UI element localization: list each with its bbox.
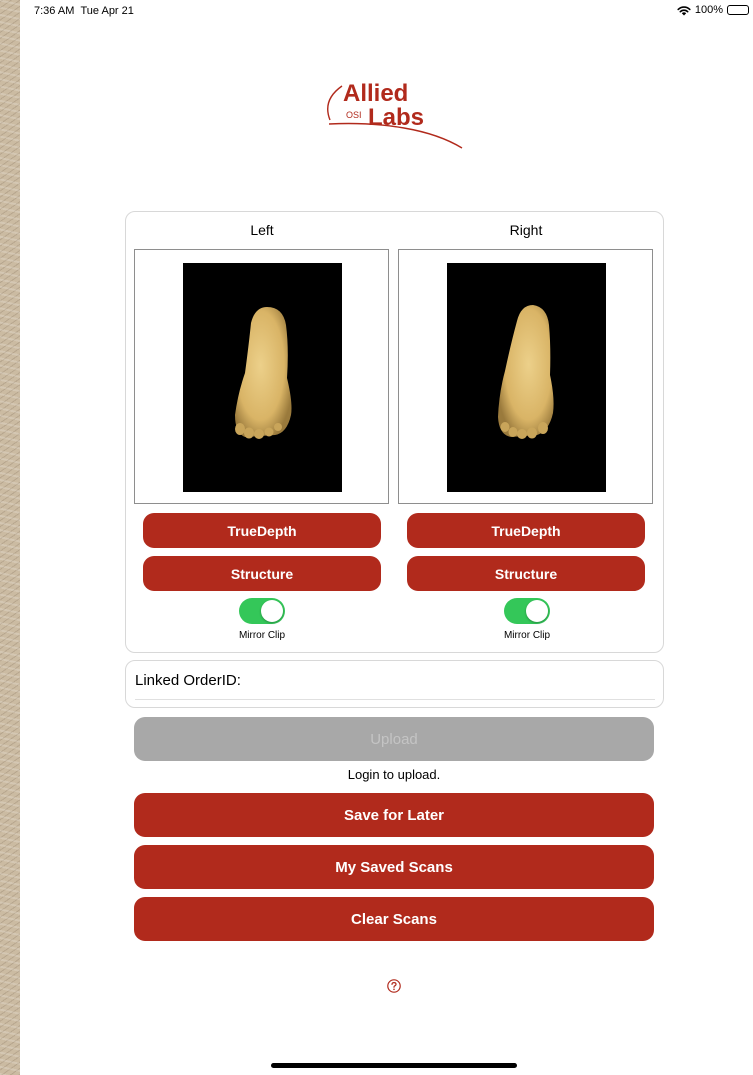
home-indicator[interactable] (271, 1063, 517, 1068)
left-mirror-clip-toggle[interactable] (239, 598, 285, 624)
left-structure-button[interactable]: Structure (143, 556, 381, 591)
linked-order-card: Linked OrderID: (125, 660, 664, 708)
right-mirror-clip-label: Mirror Clip (503, 630, 551, 641)
my-saved-scans-button[interactable]: My Saved Scans (134, 845, 654, 889)
upload-button[interactable]: Upload (134, 717, 654, 761)
allied-labs-logo: Allied OSI Labs (324, 78, 464, 150)
question-circle-icon[interactable] (387, 979, 401, 993)
battery-percent: 100% (694, 4, 723, 16)
order-id-input[interactable] (135, 691, 655, 700)
save-for-later-button[interactable]: Save for Later (134, 793, 654, 837)
right-mirror-clip-toggle[interactable] (504, 598, 550, 624)
logo-word-allied: Allied (343, 80, 408, 107)
toggle-knob (526, 600, 548, 622)
toggle-knob (261, 600, 283, 622)
wifi-icon (677, 5, 691, 15)
left-side-label: Left (250, 222, 274, 238)
date-text: Tue Apr 21 (80, 5, 134, 17)
left-mirror-clip-label: Mirror Clip (238, 630, 286, 641)
battery-icon (727, 5, 749, 15)
right-side-label: Right (509, 222, 543, 238)
time-text: 7:36 AM (34, 5, 75, 17)
linked-order-label: Linked OrderID: (135, 672, 241, 689)
status-bar: 7:36 AM Tue Apr 21 100% (20, 0, 753, 22)
right-structure-button[interactable]: Structure (407, 556, 645, 591)
scan-card: Left Right TrueDepth TrueDepth Structure… (125, 211, 664, 653)
status-indicators: 100% (677, 4, 749, 16)
right-truedepth-button[interactable]: TrueDepth (407, 513, 645, 548)
clear-scans-button[interactable]: Clear Scans (134, 897, 654, 941)
background-texture (0, 0, 20, 1075)
logo-mark-osi: OSI (346, 110, 362, 120)
right-foot-image (447, 263, 606, 492)
app-screen: 7:36 AM Tue Apr 21 100% Allied OSI Labs … (20, 0, 753, 1075)
status-time: 7:36 AM Tue Apr 21 (34, 5, 134, 17)
left-truedepth-button[interactable]: TrueDepth (143, 513, 381, 548)
left-scan-preview[interactable] (134, 249, 389, 504)
left-foot-image (183, 263, 342, 492)
right-scan-preview[interactable] (398, 249, 653, 504)
login-hint-text: Login to upload. (347, 767, 441, 782)
